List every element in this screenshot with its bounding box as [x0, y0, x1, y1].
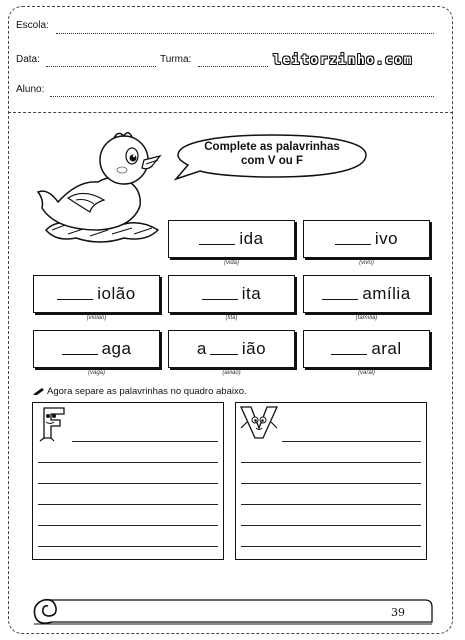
exercise-hint: (avião): [222, 370, 241, 376]
school-field[interactable]: [56, 33, 434, 34]
writing-line[interactable]: [241, 504, 421, 505]
exercise-word[interactable]: iolão: [33, 284, 160, 304]
answer-blank[interactable]: [201, 299, 238, 300]
answer-blank[interactable]: [322, 299, 359, 300]
school-label: Escola:: [16, 20, 49, 31]
writing-line[interactable]: [282, 441, 421, 442]
answer-blank[interactable]: [57, 299, 94, 300]
exercise-word[interactable]: amília: [303, 284, 430, 304]
answer-blank[interactable]: [61, 354, 98, 355]
writing-line[interactable]: [38, 462, 218, 463]
exercise-hint: (vaga): [87, 370, 105, 376]
exercise-word[interactable]: ida: [168, 229, 295, 249]
writing-line[interactable]: [38, 504, 218, 505]
speech-text: Complete as palavrinhas com V ou F: [178, 140, 366, 168]
brand-logo: leitorzinho.com: [273, 53, 413, 68]
writing-line[interactable]: [38, 546, 218, 547]
instruction-text: Agora separe as palavrinhas no quadro ab…: [47, 386, 247, 397]
worksheet-page: Escola: Data: Turma: leitorzinho.com Alu…: [0, 0, 465, 640]
writing-line[interactable]: [72, 441, 218, 442]
student-label: Aluno:: [16, 84, 45, 95]
header-divider: [8, 112, 453, 113]
letter-v-icon: [239, 406, 279, 439]
writing-line[interactable]: [241, 546, 421, 547]
speech-line-1: Complete as palavrinhas: [204, 141, 340, 153]
date-field[interactable]: [46, 66, 156, 67]
exercise-hint: (família): [355, 315, 378, 321]
answer-blank[interactable]: [331, 354, 368, 355]
exercise-hint: (vida): [223, 260, 239, 266]
exercise-word[interactable]: a ião: [168, 339, 295, 359]
exercise-word[interactable]: ivo: [303, 229, 430, 249]
class-label: Turma:: [160, 54, 192, 65]
exercise-hint: (varal): [357, 370, 375, 376]
date-label: Data:: [16, 54, 40, 65]
exercise-word[interactable]: ita: [168, 284, 295, 304]
class-field[interactable]: [198, 66, 268, 67]
chick-icon: [36, 132, 162, 243]
writing-line[interactable]: [241, 462, 421, 463]
writing-line[interactable]: [38, 525, 218, 526]
writing-line[interactable]: [38, 483, 218, 484]
exercise-word[interactable]: aga: [33, 339, 160, 359]
exercise-hint: (fita): [225, 315, 238, 321]
student-field[interactable]: [50, 96, 434, 97]
pencil-icon: [33, 388, 44, 395]
writing-line[interactable]: [241, 483, 421, 484]
letter-f-icon: [39, 407, 65, 442]
exercise-word[interactable]: aral: [303, 339, 430, 359]
exercise-hint: (violão): [86, 315, 107, 321]
speech-line-2: com V ou F: [241, 155, 303, 167]
answer-blank[interactable]: [209, 354, 238, 355]
answer-blank[interactable]: [334, 244, 371, 245]
exercise-hint: (vivo): [359, 260, 374, 266]
scroll-icon: [33, 598, 433, 625]
writing-line[interactable]: [241, 525, 421, 526]
page-number: 39: [391, 606, 405, 619]
answer-blank[interactable]: [199, 244, 236, 245]
